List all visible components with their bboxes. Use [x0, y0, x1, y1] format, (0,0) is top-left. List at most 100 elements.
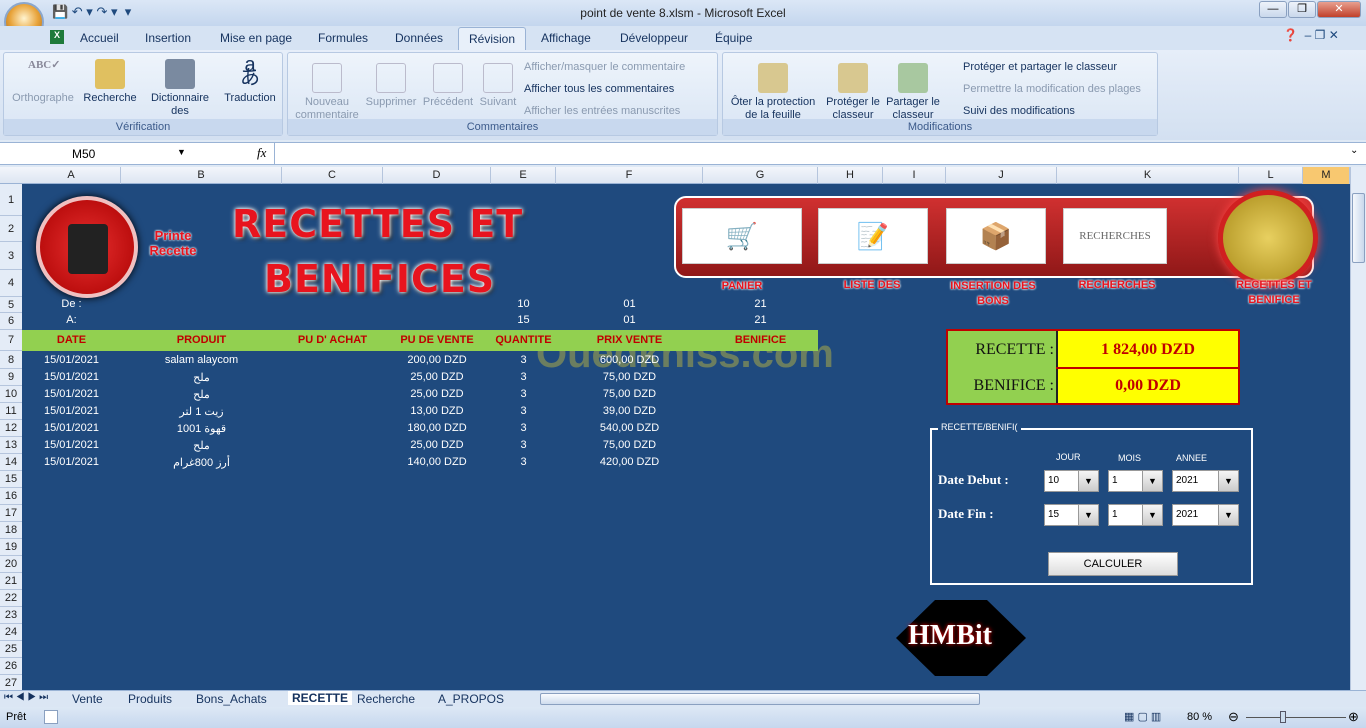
horizontal-scrollbar[interactable]: [540, 693, 980, 705]
fin-mois-select[interactable]: 1 ▼: [1108, 504, 1163, 526]
table-cell[interactable]: 3: [491, 388, 556, 400]
insert-bons-button[interactable]: 📦: [946, 208, 1046, 264]
table-cell[interactable]: 15/01/2021: [22, 388, 121, 400]
tab-1[interactable]: Insertion: [145, 31, 191, 45]
row-header[interactable]: 9: [0, 369, 22, 386]
table-cell[interactable]: 3: [491, 371, 556, 383]
scroll-thumb[interactable]: [1352, 193, 1365, 263]
table-cell[interactable]: 420,00 DZD: [556, 456, 703, 468]
row-header[interactable]: 20: [0, 556, 22, 573]
row-header[interactable]: 26: [0, 658, 22, 675]
row-header[interactable]: 1: [0, 184, 22, 216]
row-header[interactable]: 15: [0, 471, 22, 488]
cart-button[interactable]: 🛒: [682, 208, 802, 264]
allow-edit-ranges-button[interactable]: Permettre la modification des plages: [963, 83, 1141, 95]
column-header[interactable]: J: [946, 167, 1057, 184]
table-cell[interactable]: 75,00 DZD: [556, 371, 703, 383]
table-cell[interactable]: salam alaycom: [121, 354, 282, 366]
fin-jour-select[interactable]: 15 ▼: [1044, 504, 1099, 526]
restore-button[interactable]: ❐: [1288, 1, 1316, 18]
sheet-tab-produits[interactable]: Produits: [128, 692, 172, 706]
expand-formula-icon[interactable]: ⌄: [1350, 145, 1358, 156]
tab-6[interactable]: Affichage: [541, 31, 591, 45]
help-icon[interactable]: ❓ – ❐ ✕: [1283, 28, 1339, 42]
row-header[interactable]: 24: [0, 624, 22, 641]
tab-8[interactable]: Équipe: [715, 31, 752, 45]
tab-0[interactable]: Accueil: [80, 31, 119, 45]
column-header[interactable]: L: [1239, 167, 1303, 184]
table-cell[interactable]: ملح: [121, 388, 282, 401]
tab-2[interactable]: Mise en page: [220, 31, 292, 45]
share-workbook-button[interactable]: Partager le classeur: [885, 63, 941, 122]
table-cell[interactable]: 540,00 DZD: [556, 422, 703, 434]
debut-mois-select[interactable]: 1 ▼: [1108, 470, 1163, 492]
view-buttons[interactable]: ▦ ▢ ▥: [1124, 710, 1161, 723]
table-cell[interactable]: زيت 1 لتر: [121, 405, 282, 418]
tab-5[interactable]: Révision: [458, 27, 527, 50]
vertical-scrollbar[interactable]: [1350, 167, 1366, 690]
sheet-tab-vente[interactable]: Vente: [72, 692, 103, 706]
chevron-down-icon[interactable]: ▼: [177, 147, 186, 157]
table-cell[interactable]: 180,00 DZD: [383, 422, 491, 434]
coin-logo-button[interactable]: [1218, 190, 1318, 286]
table-cell[interactable]: 75,00 DZD: [556, 388, 703, 400]
sheet-nav-arrows[interactable]: ⏮ ◀ ▶ ⏭: [4, 692, 48, 703]
zoom-level[interactable]: 80 %: [1187, 711, 1212, 723]
row-header[interactable]: 7: [0, 330, 22, 351]
column-header[interactable]: K: [1057, 167, 1239, 184]
name-box[interactable]: M50: [2, 145, 188, 163]
table-cell[interactable]: 25,00 DZD: [383, 388, 491, 400]
row-header[interactable]: 4: [0, 270, 22, 297]
previous-comment-button[interactable]: Précédent: [420, 63, 476, 109]
column-header[interactable]: G: [703, 167, 818, 184]
sheet-tab-recherche[interactable]: Recherche: [357, 692, 415, 706]
tab-3[interactable]: Formules: [318, 31, 368, 45]
row-header[interactable]: 11: [0, 403, 22, 420]
protect-workbook-button[interactable]: Protéger le classeur: [821, 63, 885, 122]
show-hide-comment[interactable]: Afficher/masquer le commentaire: [524, 61, 685, 73]
research-button[interactable]: Recherche: [80, 59, 140, 105]
fx-icon[interactable]: fx: [257, 145, 266, 161]
table-cell[interactable]: 15/01/2021: [22, 354, 121, 366]
table-cell[interactable]: 15/01/2021: [22, 422, 121, 434]
sheet-tab-recette[interactable]: RECETTE: [288, 691, 353, 705]
table-cell[interactable]: 25,00 DZD: [383, 371, 491, 383]
delete-comment-button[interactable]: Supprimer: [362, 63, 420, 109]
worksheet[interactable]: Ouedkniss.com Printe Recette RECETTES ET…: [22, 184, 1350, 692]
protect-share-button[interactable]: Protéger et partager le classeur: [963, 61, 1117, 73]
table-cell[interactable]: 3: [491, 439, 556, 451]
calculer-button[interactable]: CALCULER: [1048, 552, 1178, 576]
row-header[interactable]: 10: [0, 386, 22, 403]
show-ink[interactable]: Afficher les entrées manuscrites: [524, 105, 680, 117]
column-header[interactable]: M: [1303, 167, 1350, 184]
tab-7[interactable]: Développeur: [620, 31, 688, 45]
table-cell[interactable]: 200,00 DZD: [383, 354, 491, 366]
row-header[interactable]: 14: [0, 454, 22, 471]
table-cell[interactable]: 15/01/2021: [22, 371, 121, 383]
row-header[interactable]: 19: [0, 539, 22, 556]
row-header[interactable]: 6: [0, 313, 22, 330]
row-header[interactable]: 8: [0, 351, 22, 369]
table-cell[interactable]: ملح: [121, 371, 282, 384]
unprotect-sheet-button[interactable]: Ôter la protection de la feuille: [725, 63, 821, 122]
table-cell[interactable]: 15/01/2021: [22, 439, 121, 451]
column-header[interactable]: D: [383, 167, 491, 184]
row-header[interactable]: 17: [0, 505, 22, 522]
zoom-slider[interactable]: [1246, 717, 1346, 718]
table-cell[interactable]: 3: [491, 405, 556, 417]
row-header[interactable]: 13: [0, 437, 22, 454]
table-cell[interactable]: 13,00 DZD: [383, 405, 491, 417]
column-header[interactable]: A: [22, 167, 121, 184]
search-button[interactable]: RECHERCHES: [1063, 208, 1167, 264]
row-header[interactable]: 22: [0, 590, 22, 607]
list-button[interactable]: 📝: [818, 208, 928, 264]
column-header[interactable]: C: [282, 167, 383, 184]
tab-4[interactable]: Données: [395, 31, 443, 45]
translate-button[interactable]: aあ Traduction: [220, 55, 280, 105]
show-all-comments[interactable]: Afficher tous les commentaires: [524, 83, 674, 95]
zoom-slider-thumb[interactable]: [1280, 711, 1286, 723]
new-comment-button[interactable]: Nouveau commentaire: [292, 63, 362, 122]
row-header[interactable]: 3: [0, 242, 22, 270]
column-header[interactable]: I: [883, 167, 946, 184]
table-cell[interactable]: 3: [491, 422, 556, 434]
